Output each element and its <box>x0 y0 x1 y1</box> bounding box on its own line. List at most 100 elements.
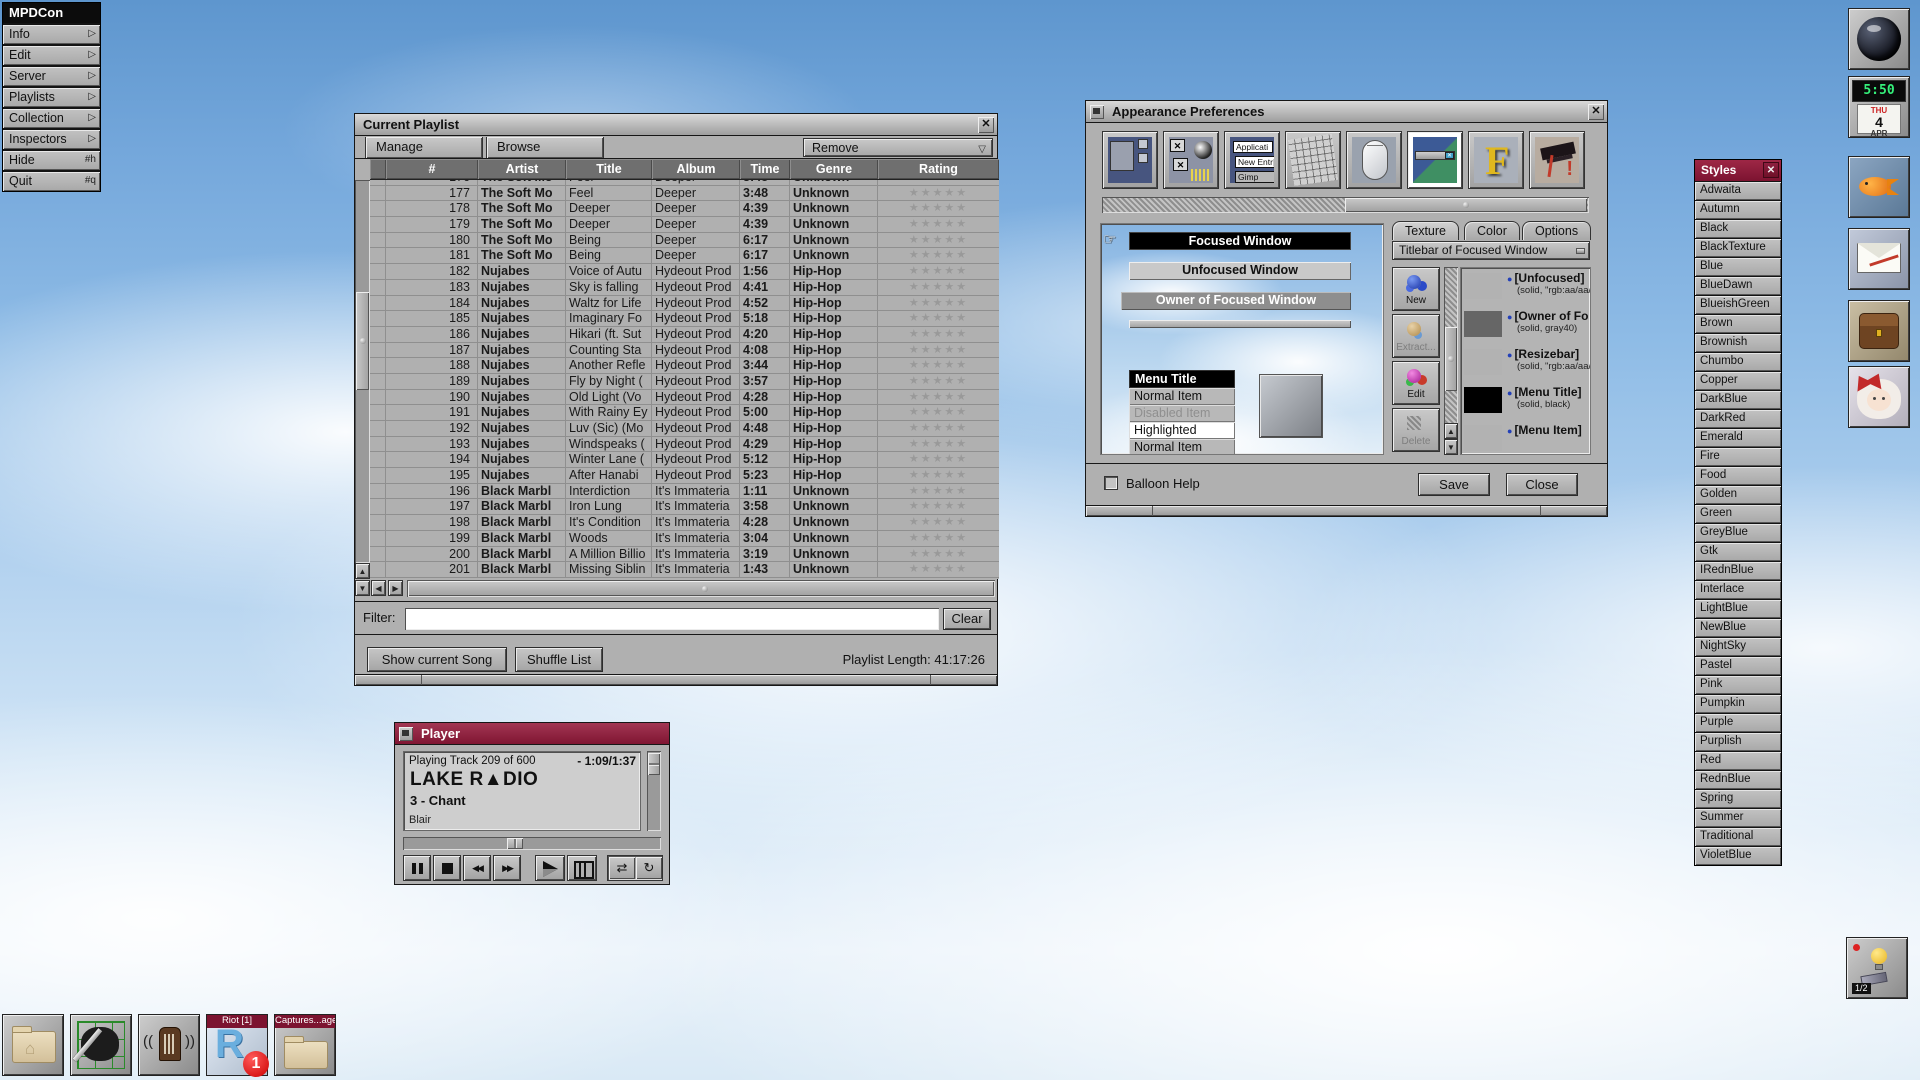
menu-item-edit[interactable]: Edit▷ <box>3 46 100 65</box>
texture-entry[interactable]: ●[Resizebar](solid, "rgb:aa/aa/a <box>1461 344 1590 382</box>
dock-clock-tile[interactable]: 5:50 THU 4 APR <box>1848 76 1910 138</box>
volume-slider[interactable] <box>647 751 661 831</box>
menu-prefs-icon[interactable]: Applicati New Entr| Gimp <box>1224 131 1280 189</box>
style-item-blueishgreen[interactable]: BlueishGreen <box>1695 296 1781 314</box>
scroll-down-icon[interactable]: ▼ <box>1444 439 1458 455</box>
dock-fish-tile[interactable] <box>1848 156 1910 218</box>
table-row[interactable]: 177The Soft MoFeelDeeper3:48Unknown★★★★★ <box>370 186 999 202</box>
dock-pager-tile[interactable]: 1/2 <box>1846 937 1908 999</box>
cell-rating[interactable]: ★★★★★ <box>878 374 999 390</box>
clip-riot-tile[interactable]: Riot [1] R 1 <box>206 1014 268 1076</box>
menu-item-collection[interactable]: Collection▷ <box>3 109 100 128</box>
scroll-up-icon[interactable]: ▲ <box>1444 423 1458 439</box>
table-row[interactable]: 178The Soft MoDeeperDeeper4:39Unknown★★★… <box>370 201 999 217</box>
style-item-gtk[interactable]: Gtk <box>1695 543 1781 561</box>
table-row[interactable]: 190NujabesOld Light (VoHydeout Prod4:28H… <box>370 390 999 406</box>
cell-rating[interactable]: ★★★★★ <box>878 343 999 359</box>
dock-app-tile[interactable] <box>1848 8 1910 70</box>
texture-entry[interactable]: ●[Unfocused](solid, "rgb:aa/aa/a <box>1461 268 1590 306</box>
cell-rating[interactable]: ★★★★★ <box>878 421 999 437</box>
cell-rating[interactable]: ★★★★★ <box>878 437 999 453</box>
texture-entry[interactable]: ●[Owner of Fo(solid, gray40) <box>1461 306 1590 344</box>
cell-rating[interactable]: ★★★★★ <box>878 186 999 202</box>
style-item-greyblue[interactable]: GreyBlue <box>1695 524 1781 542</box>
style-item-emerald[interactable]: Emerald <box>1695 429 1781 447</box>
edit-button[interactable]: Edit <box>1392 361 1440 405</box>
mpdcon-menu-title[interactable]: MPDCon <box>3 3 100 23</box>
table-row[interactable]: 179The Soft MoDeeperDeeper4:39Unknown★★★… <box>370 217 999 233</box>
style-item-bluedawn[interactable]: BlueDawn <box>1695 277 1781 295</box>
fast-forward-button[interactable]: ▶▶ <box>493 855 521 881</box>
manage-playlists-button[interactable]: Manage playlists <box>365 137 483 158</box>
table-row[interactable]: 196Black MarblInterdictionIt's Immateria… <box>370 484 999 500</box>
rewind-button[interactable]: ◀◀ <box>463 855 491 881</box>
header-artist[interactable]: Artist <box>478 159 566 179</box>
table-row[interactable]: 201Black MarblMissing SiblinIt's Immater… <box>370 562 999 578</box>
clip-tool-tile[interactable] <box>70 1014 132 1076</box>
resize-bar[interactable] <box>355 674 997 685</box>
style-item-spring[interactable]: Spring <box>1695 790 1781 808</box>
styles-menu-title[interactable]: Styles ✕ <box>1695 160 1781 181</box>
table-row[interactable]: 200Black MarblA Million BillioIt's Immat… <box>370 547 999 563</box>
font-prefs-icon[interactable]: F <box>1468 131 1524 189</box>
shuffle-list-button[interactable]: Shuffle List <box>515 647 603 672</box>
style-item-green[interactable]: Green <box>1695 505 1781 523</box>
scrollbar-thumb[interactable] <box>408 581 994 596</box>
preview-menu-item[interactable]: Normal Item <box>1129 388 1235 405</box>
style-item-summer[interactable]: Summer <box>1695 809 1781 827</box>
cell-rating[interactable]: ★★★★★ <box>878 264 999 280</box>
close-button[interactable]: Close <box>1506 473 1578 496</box>
style-item-fire[interactable]: Fire <box>1695 448 1781 466</box>
style-item-purple[interactable]: Purple <box>1695 714 1781 732</box>
stop-button[interactable] <box>433 855 461 881</box>
scrollbar-thumb[interactable] <box>1445 327 1457 391</box>
scrollbar-thumb[interactable] <box>1345 198 1587 212</box>
preview-focused-titlebar[interactable]: Focused Window <box>1129 232 1351 250</box>
cell-rating[interactable]: ★★★★★ <box>878 280 999 296</box>
icon-row-scrollbar[interactable] <box>1102 197 1589 213</box>
style-item-brown[interactable]: Brown <box>1695 315 1781 333</box>
new-button[interactable]: New <box>1392 267 1440 311</box>
close-icon[interactable]: ✕ <box>1763 162 1779 178</box>
playlist-horizontal-scrollbar[interactable] <box>407 580 995 597</box>
cell-rating[interactable]: ★★★★★ <box>878 499 999 515</box>
progress-slider[interactable] <box>403 837 661 850</box>
tab-options[interactable]: Options <box>1522 221 1591 240</box>
cell-rating[interactable]: ★★★★★ <box>878 311 999 327</box>
style-item-nightsky[interactable]: NightSky <box>1695 638 1781 656</box>
style-item-autumn[interactable]: Autumn <box>1695 201 1781 219</box>
header-rating[interactable]: Rating <box>878 159 999 179</box>
style-item-pastel[interactable]: Pastel <box>1695 657 1781 675</box>
preview-icon-sample[interactable] <box>1259 374 1323 438</box>
texture-entry[interactable]: ●[Menu Title](solid, black) <box>1461 382 1590 420</box>
keyboard-prefs-icon[interactable] <box>1285 131 1341 189</box>
style-item-violetblue[interactable]: VioletBlue <box>1695 847 1781 865</box>
cell-rating[interactable]: ★★★★★ <box>878 468 999 484</box>
preview-menu-item[interactable]: Normal Item <box>1129 439 1235 455</box>
menu-item-info[interactable]: Info▷ <box>3 25 100 44</box>
table-row[interactable]: 197Black MarblIron LungIt's Immateria3:5… <box>370 499 999 515</box>
scroll-down-icon[interactable]: ▼ <box>355 580 370 596</box>
preview-owner-titlebar[interactable]: Owner of Focused Window <box>1121 292 1351 310</box>
dock-mail-tile[interactable] <box>1848 228 1910 290</box>
header-title[interactable]: Title <box>566 159 652 179</box>
dock-chest-tile[interactable] <box>1848 300 1910 362</box>
style-item-brownish[interactable]: Brownish <box>1695 334 1781 352</box>
dock-avatar-tile[interactable] <box>1848 366 1910 428</box>
progress-knob[interactable] <box>507 838 523 849</box>
browse-collection-button[interactable]: Browse Collection <box>486 137 604 158</box>
style-item-golden[interactable]: Golden <box>1695 486 1781 504</box>
style-item-rednblue[interactable]: RednBlue <box>1695 771 1781 789</box>
expert-prefs-icon[interactable]: ! <box>1529 131 1585 189</box>
clip-captures-tile[interactable]: Captures...ager <box>274 1014 336 1076</box>
preview-menu-item[interactable]: Disabled Item <box>1129 405 1235 422</box>
scroll-left-icon[interactable]: ◀ <box>371 580 386 596</box>
header-num[interactable]: # <box>386 159 478 179</box>
cell-rating[interactable]: ★★★★★ <box>878 296 999 312</box>
resize-bar[interactable] <box>1086 505 1607 516</box>
remove-dropdown[interactable]: Remove ▽ <box>803 138 993 157</box>
cell-rating[interactable]: ★★★★★ <box>878 217 999 233</box>
cell-rating[interactable]: ★★★★★ <box>878 531 999 547</box>
cell-rating[interactable]: ★★★★★ <box>878 405 999 421</box>
preview-menu-title[interactable]: Menu Title <box>1129 370 1235 388</box>
